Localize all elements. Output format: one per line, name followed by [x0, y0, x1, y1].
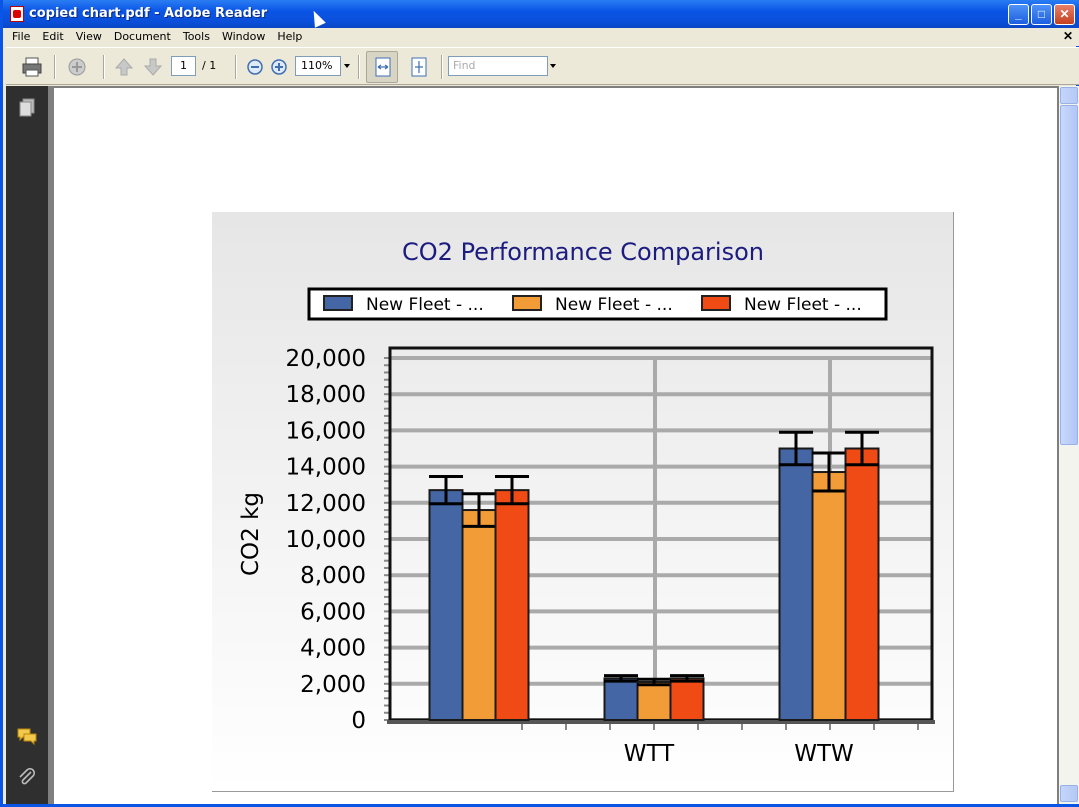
legend-swatch	[512, 295, 542, 311]
toolbar-separator	[358, 55, 360, 79]
fit-page-icon[interactable]	[408, 56, 430, 78]
fit-width-icon	[375, 57, 391, 77]
legend-label: New Fleet - ...	[555, 295, 673, 315]
toolbar-separator	[103, 55, 105, 79]
y-tick-label: 4,000	[300, 636, 366, 662]
window-title: copied chart.pdf - Adobe Reader	[29, 6, 268, 21]
zoom-in-icon[interactable]	[268, 56, 290, 78]
legend-label: New Fleet - ...	[366, 295, 484, 315]
y-tick-label: 18,000	[286, 382, 366, 408]
navigation-sidebar	[6, 86, 48, 804]
close-icon: ✕	[1059, 7, 1070, 21]
pdf-page: CO2 Performance Comparison New Fleet - ..…	[54, 88, 1057, 804]
find-input[interactable]: Find	[448, 56, 548, 76]
paperclip-icon[interactable]	[17, 768, 37, 788]
page-number-input[interactable]: 1	[171, 56, 196, 76]
zoom-out-icon[interactable]	[244, 56, 266, 78]
menu-tools[interactable]: Tools	[177, 28, 216, 45]
arrow-down-icon[interactable]	[142, 56, 164, 78]
minimize-button[interactable]: _	[1008, 4, 1029, 25]
maximize-icon: □	[1037, 7, 1046, 21]
menu-file[interactable]: File	[6, 28, 36, 45]
x-tick-label: WTT	[624, 741, 675, 767]
arrow-up-icon[interactable]	[113, 56, 135, 78]
pages-icon[interactable]	[17, 98, 37, 118]
y-axis-label: CO2 kg	[238, 492, 264, 576]
chevron-down-icon[interactable]	[550, 64, 556, 68]
bar	[844, 447, 880, 721]
y-tick-label: 20,000	[286, 346, 366, 372]
maximize-button[interactable]: □	[1031, 4, 1052, 25]
fit-width-button[interactable]	[366, 51, 398, 83]
bar	[811, 471, 847, 721]
x-tick-label: WTW	[794, 741, 854, 767]
menu-help[interactable]: Help	[271, 28, 308, 45]
y-tick-label: 6,000	[300, 599, 366, 625]
bar	[669, 677, 705, 721]
adobe-reader-window: copied chart.pdf - Adobe Reader _ □ ✕ Fi…	[0, 0, 1079, 807]
bar	[428, 489, 464, 721]
pdf-file-icon	[10, 6, 24, 22]
mouse-cursor-icon	[308, 8, 326, 28]
y-tick-label: 14,000	[286, 455, 366, 481]
y-tick-label: 8,000	[300, 563, 366, 589]
scroll-thumb[interactable]	[1060, 105, 1078, 445]
bar	[494, 489, 530, 721]
legend-swatch	[701, 295, 731, 311]
legend-label: New Fleet - ...	[744, 295, 862, 315]
collaborate-icon[interactable]	[66, 56, 88, 78]
y-tick-label: 10,000	[286, 527, 366, 553]
chevron-down-icon[interactable]	[344, 64, 350, 68]
comments-icon[interactable]	[17, 726, 37, 746]
bar	[778, 447, 814, 721]
close-button[interactable]: ✕	[1054, 4, 1075, 25]
menu-view[interactable]: View	[70, 28, 108, 45]
vertical-scrollbar[interactable]	[1059, 86, 1079, 804]
title-bar[interactable]: copied chart.pdf - Adobe Reader _ □ ✕	[3, 0, 1079, 28]
toolbar: 1 / 1 110% Find	[6, 47, 1079, 85]
y-tick-label: 0	[351, 708, 366, 734]
bar	[603, 677, 639, 721]
bar	[461, 509, 497, 722]
zoom-level-select[interactable]: 110%	[295, 56, 341, 76]
toolbar-separator	[54, 55, 56, 79]
co2-chart: CO2 Performance Comparison New Fleet - ..…	[238, 238, 935, 767]
scroll-down-button[interactable]	[1060, 785, 1078, 802]
menu-bar: File Edit View Document Tools Window Help ✕	[6, 28, 1079, 46]
print-icon[interactable]	[21, 56, 43, 78]
toolbar-separator	[441, 55, 443, 79]
scroll-up-button[interactable]	[1060, 87, 1078, 104]
y-tick-label: 2,000	[300, 672, 366, 698]
legend-swatch	[323, 295, 353, 311]
menu-edit[interactable]: Edit	[36, 28, 69, 45]
y-tick-label: 16,000	[286, 418, 366, 444]
minimize-icon: _	[1015, 7, 1022, 21]
menu-document[interactable]: Document	[108, 28, 177, 45]
y-tick-label: 12,000	[286, 491, 366, 517]
document-close-icon[interactable]: ✕	[1063, 29, 1073, 43]
chart-title: CO2 Performance Comparison	[402, 238, 764, 266]
page-total: / 1	[202, 59, 217, 72]
chart-frame: CO2 Performance Comparison New Fleet - ..…	[212, 212, 954, 792]
menu-window[interactable]: Window	[216, 28, 271, 45]
document-area: CO2 Performance Comparison New Fleet - ..…	[48, 86, 1059, 804]
toolbar-separator	[235, 55, 237, 79]
bar	[636, 680, 672, 721]
